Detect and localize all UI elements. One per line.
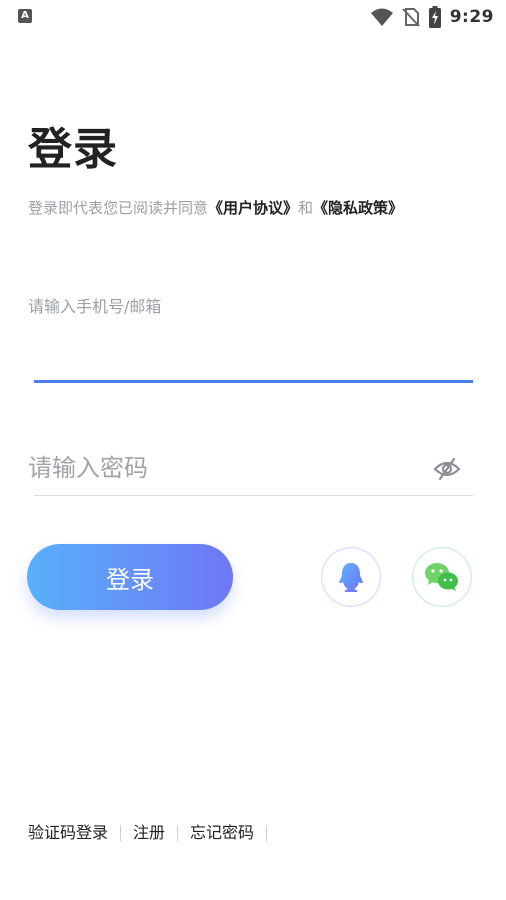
register-link[interactable]: 注册 <box>133 822 165 844</box>
forgot-password-link[interactable]: 忘记密码 <box>190 822 254 844</box>
status-time: 9:29 <box>449 7 494 27</box>
link-divider <box>266 825 268 841</box>
phone-input-underline <box>34 380 473 383</box>
agreement-prefix: 登录即代表您已阅读并同意 <box>28 199 209 217</box>
wechat-login-button[interactable] <box>412 547 472 607</box>
password-input-underline <box>34 495 473 496</box>
app-notification-icon: A <box>18 9 32 23</box>
agreement-conjunction: 和 <box>298 199 314 217</box>
privacy-policy-link[interactable]: 《隐私政策》 <box>313 199 403 217</box>
phone-field-label: 请输入手机号/邮箱 <box>28 297 162 316</box>
status-bar: A 9:29 <box>0 0 506 34</box>
qq-icon <box>339 563 363 592</box>
qq-login-button[interactable] <box>321 547 381 607</box>
link-divider <box>177 825 179 841</box>
password-input[interactable] <box>28 447 423 489</box>
user-agreement-link[interactable]: 《用户协议》 <box>208 199 298 217</box>
link-divider <box>120 825 122 841</box>
sms-login-link[interactable]: 验证码登录 <box>28 822 108 844</box>
agreement-text: 登录即代表您已阅读并同意《用户协议》和《隐私政策》 <box>28 197 403 219</box>
phone-email-input[interactable] <box>34 334 473 380</box>
wifi-icon <box>370 8 393 26</box>
eye-hidden-icon[interactable] <box>432 455 462 483</box>
wechat-icon <box>425 563 458 591</box>
battery-charging-icon <box>428 6 441 28</box>
bottom-links: 验证码登录 注册 忘记密码 <box>28 822 279 844</box>
login-button[interactable]: 登录 <box>27 544 233 610</box>
no-sim-icon <box>401 8 420 27</box>
status-icons: 9:29 <box>370 5 494 29</box>
page-title: 登录 <box>28 124 118 175</box>
